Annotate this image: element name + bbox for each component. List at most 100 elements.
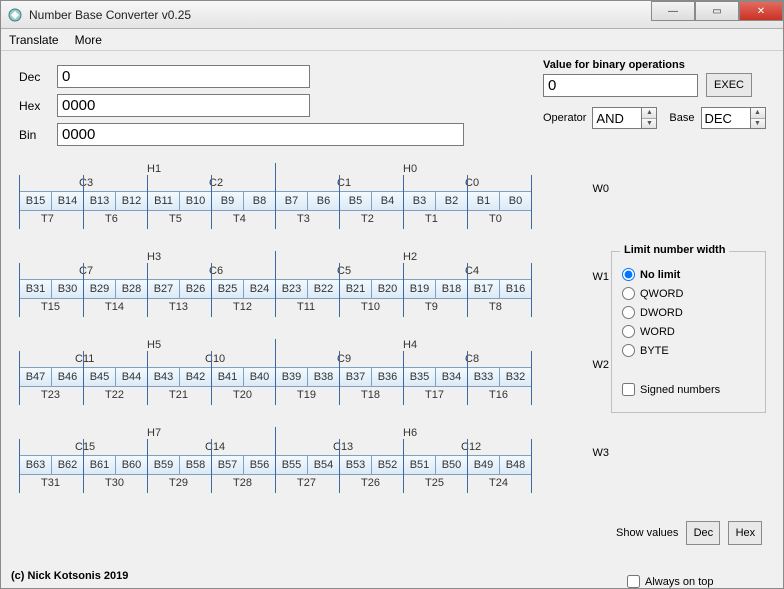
- bit-cell[interactable]: B51: [403, 455, 436, 475]
- bit-cell[interactable]: B19: [403, 279, 436, 299]
- bit-cell[interactable]: B17: [467, 279, 500, 299]
- bit-cell[interactable]: B26: [179, 279, 212, 299]
- bit-cell[interactable]: B46: [51, 367, 84, 387]
- bit-cell[interactable]: B56: [243, 455, 276, 475]
- bit-cell[interactable]: B59: [147, 455, 180, 475]
- bit-cell[interactable]: B24: [243, 279, 276, 299]
- nibble-label: T0: [489, 213, 502, 225]
- bit-cell[interactable]: B39: [275, 367, 308, 387]
- bit-cell[interactable]: B53: [339, 455, 372, 475]
- menu-more[interactable]: More: [75, 33, 102, 47]
- chevron-up-icon[interactable]: ▲: [642, 108, 656, 119]
- bit-cell[interactable]: B57: [211, 455, 244, 475]
- bit-cell[interactable]: B14: [51, 191, 84, 211]
- menu-translate[interactable]: Translate: [9, 33, 59, 47]
- limit-radio[interactable]: [622, 268, 635, 281]
- minimize-button[interactable]: —: [651, 1, 695, 21]
- exec-button[interactable]: EXEC: [706, 73, 752, 97]
- bit-cell[interactable]: B33: [467, 367, 500, 387]
- bin-input[interactable]: [57, 123, 464, 146]
- bit-cell[interactable]: B28: [115, 279, 148, 299]
- show-dec-button[interactable]: Dec: [686, 521, 720, 545]
- bit-cell[interactable]: B9: [211, 191, 244, 211]
- chevron-down-icon[interactable]: ▼: [751, 119, 765, 129]
- bit-cell[interactable]: B55: [275, 455, 308, 475]
- maximize-button[interactable]: ▭: [695, 1, 739, 21]
- bit-cell[interactable]: B47: [19, 367, 52, 387]
- bit-cell[interactable]: B54: [307, 455, 340, 475]
- bit-cell[interactable]: B8: [243, 191, 276, 211]
- bit-cell[interactable]: B25: [211, 279, 244, 299]
- bit-cell[interactable]: B21: [339, 279, 372, 299]
- limit-radio[interactable]: [622, 287, 635, 300]
- bit-cell[interactable]: B23: [275, 279, 308, 299]
- titlebar[interactable]: Number Base Converter v0.25 — ▭ ✕: [1, 1, 783, 29]
- bit-cell[interactable]: B0: [499, 191, 532, 211]
- bit-cell[interactable]: B30: [51, 279, 84, 299]
- bit-cell[interactable]: B32: [499, 367, 532, 387]
- chevron-up-icon[interactable]: ▲: [751, 108, 765, 119]
- byte-label: C10: [205, 353, 225, 365]
- hex-input[interactable]: [57, 94, 310, 117]
- bit-cell[interactable]: B62: [51, 455, 84, 475]
- bit-cell[interactable]: B1: [467, 191, 500, 211]
- bit-cell[interactable]: B34: [435, 367, 468, 387]
- bit-cell[interactable]: B45: [83, 367, 116, 387]
- bit-cell[interactable]: B42: [179, 367, 212, 387]
- limit-radio[interactable]: [622, 306, 635, 319]
- bit-cell[interactable]: B49: [467, 455, 500, 475]
- bit-cell[interactable]: B48: [499, 455, 532, 475]
- limit-radio[interactable]: [622, 325, 635, 338]
- bit-cell[interactable]: B52: [371, 455, 404, 475]
- bit-cell[interactable]: B31: [19, 279, 52, 299]
- show-hex-button[interactable]: Hex: [728, 521, 762, 545]
- bit-cell[interactable]: B35: [403, 367, 436, 387]
- nibble-label: T20: [233, 389, 252, 401]
- bit-cell[interactable]: B3: [403, 191, 436, 211]
- separator: [19, 175, 20, 229]
- operator-spinbox[interactable]: ▲▼: [592, 107, 657, 129]
- chevron-down-icon[interactable]: ▼: [642, 119, 656, 129]
- bit-cell[interactable]: B16: [499, 279, 532, 299]
- bit-cell[interactable]: B50: [435, 455, 468, 475]
- bit-cell[interactable]: B7: [275, 191, 308, 211]
- base-spinbox[interactable]: ▲▼: [701, 107, 766, 129]
- nibble-label: T13: [169, 301, 188, 313]
- bit-cell[interactable]: B41: [211, 367, 244, 387]
- bit-cell[interactable]: B63: [19, 455, 52, 475]
- bit-cell[interactable]: B15: [19, 191, 52, 211]
- bit-cell[interactable]: B10: [179, 191, 212, 211]
- limit-groupbox: Limit number width No limitQWORDDWORDWOR…: [611, 251, 766, 413]
- bit-cell[interactable]: B18: [435, 279, 468, 299]
- bit-cell[interactable]: B36: [371, 367, 404, 387]
- close-button[interactable]: ✕: [739, 1, 783, 21]
- bit-cell[interactable]: B27: [147, 279, 180, 299]
- operator-value[interactable]: [592, 107, 642, 129]
- bit-cell[interactable]: B44: [115, 367, 148, 387]
- bit-cell[interactable]: B4: [371, 191, 404, 211]
- bit-cell[interactable]: B61: [83, 455, 116, 475]
- bit-cell[interactable]: B12: [115, 191, 148, 211]
- bit-cell[interactable]: B6: [307, 191, 340, 211]
- dec-input[interactable]: [57, 65, 310, 88]
- nibble-label: T23: [41, 389, 60, 401]
- bit-cell[interactable]: B40: [243, 367, 276, 387]
- always-on-top-checkbox[interactable]: [627, 575, 640, 588]
- bit-cell[interactable]: B29: [83, 279, 116, 299]
- bit-cell[interactable]: B22: [307, 279, 340, 299]
- base-value[interactable]: [701, 107, 751, 129]
- bit-cell[interactable]: B11: [147, 191, 180, 211]
- bit-cell[interactable]: B20: [371, 279, 404, 299]
- signed-checkbox[interactable]: [622, 383, 635, 396]
- bit-cell[interactable]: B13: [83, 191, 116, 211]
- bit-cell[interactable]: B43: [147, 367, 180, 387]
- hex-label: Hex: [19, 99, 57, 113]
- bit-cell[interactable]: B38: [307, 367, 340, 387]
- bit-cell[interactable]: B5: [339, 191, 372, 211]
- bit-cell[interactable]: B60: [115, 455, 148, 475]
- binop-value-input[interactable]: [543, 74, 698, 97]
- bit-cell[interactable]: B2: [435, 191, 468, 211]
- limit-radio[interactable]: [622, 344, 635, 357]
- bit-cell[interactable]: B58: [179, 455, 212, 475]
- bit-cell[interactable]: B37: [339, 367, 372, 387]
